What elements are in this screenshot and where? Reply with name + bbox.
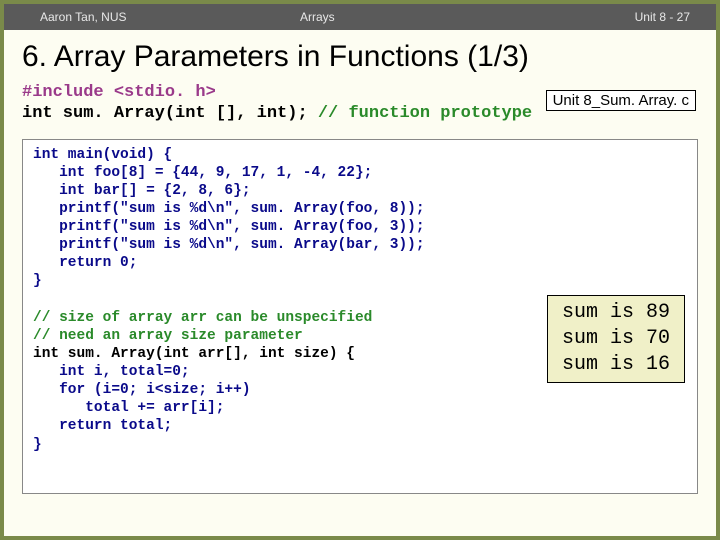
output-line-1: sum is 89	[562, 300, 670, 326]
slide: Aaron Tan, NUS Arrays Unit 8 - 27 6. Arr…	[0, 0, 720, 540]
header-topic: Arrays	[240, 10, 570, 24]
prototype-decl: int sum. Array(int [], int);	[22, 104, 318, 123]
slide-header: Aaron Tan, NUS Arrays Unit 8 - 27	[4, 4, 716, 30]
code-c1: // size of array arr can be unspecified	[33, 310, 372, 326]
code-c2: // need an array size parameter	[33, 328, 303, 344]
output-box: sum is 89 sum is 70 sum is 16	[547, 295, 685, 383]
code-f6: }	[33, 437, 42, 453]
code-l3: int bar[] = {2, 8, 6};	[33, 183, 251, 199]
code-f2: int i, total=0;	[33, 364, 190, 380]
header-author: Aaron Tan, NUS	[10, 10, 240, 24]
slide-title: 6. Array Parameters in Functions (1/3)	[4, 30, 716, 78]
code-l4: printf("sum is %d\n", sum. Array(foo, 8)…	[33, 201, 425, 217]
prototype-comment: // function prototype	[318, 104, 532, 123]
code-l6: printf("sum is %d\n", sum. Array(bar, 3)…	[33, 237, 425, 253]
code-l1: int main(void) {	[33, 147, 172, 163]
output-line-2: sum is 70	[562, 326, 670, 352]
code-l7: return 0;	[33, 255, 137, 271]
code-l5: printf("sum is %d\n", sum. Array(foo, 3)…	[33, 219, 425, 235]
code-box: int main(void) { int foo[8] = {44, 9, 17…	[22, 139, 698, 494]
header-page: Unit 8 - 27	[570, 10, 710, 24]
code-f3: for (i=0; i<size; i++)	[33, 382, 251, 398]
filename-box: Unit 8_Sum. Array. c	[546, 90, 696, 111]
code-f4: total += arr[i];	[33, 400, 224, 416]
code-l8: }	[33, 273, 42, 289]
output-line-3: sum is 16	[562, 352, 670, 378]
code-f5: return total;	[33, 418, 172, 434]
code-f1: int sum. Array(int arr[], int size) {	[33, 346, 355, 362]
code-l2: int foo[8] = {44, 9, 17, 1, -4, 22};	[33, 165, 372, 181]
